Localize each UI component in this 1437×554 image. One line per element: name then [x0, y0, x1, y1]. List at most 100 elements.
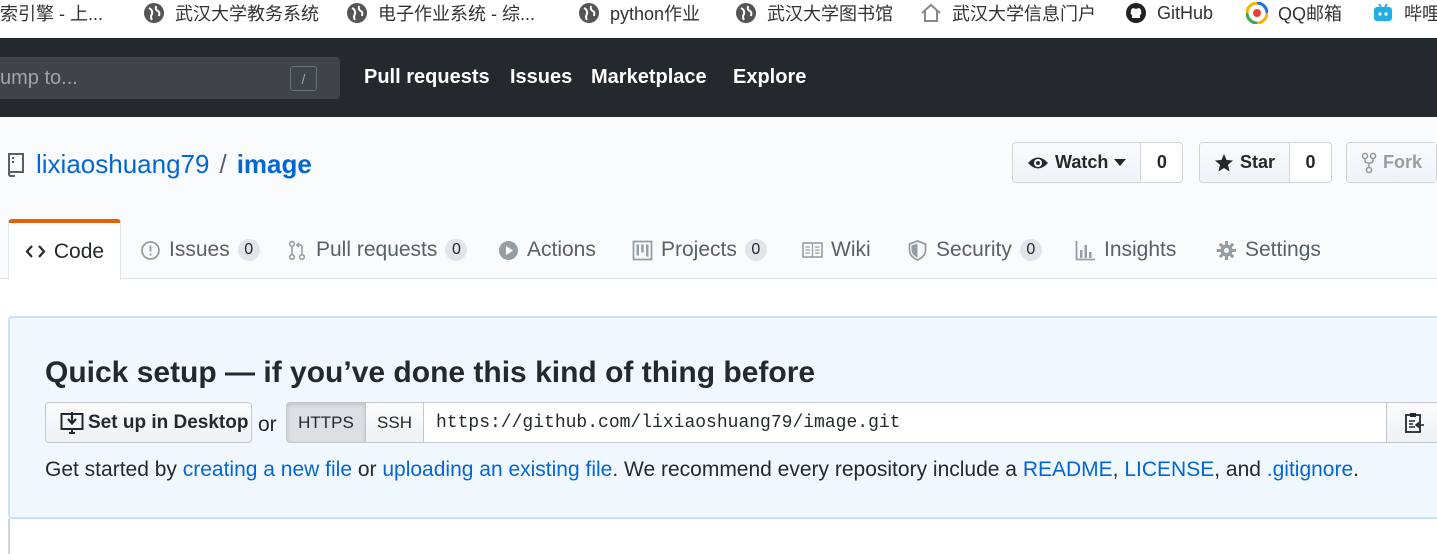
tab-label: Code	[53, 239, 105, 263]
fork-button[interactable]: Fork	[1347, 143, 1437, 182]
repo-separator: /	[219, 149, 227, 179]
github-header: ump to... / Pull requests Issues Marketp…	[0, 38, 1437, 117]
tab-settings[interactable]: Settings	[1216, 221, 1321, 279]
bookmark-item[interactable]: QQ邮箱	[1246, 0, 1342, 26]
repo-owner-link[interactable]: lixiaoshuang79	[36, 149, 209, 180]
repo-title: lixiaoshuang79 / image	[6, 149, 312, 180]
tab-wiki[interactable]: Wiki	[802, 221, 871, 279]
nav-explore[interactable]: Explore	[733, 66, 806, 89]
create-new-file-link[interactable]: creating a new file	[183, 458, 352, 481]
tab-projects[interactable]: Projects 0	[632, 221, 767, 279]
or-text: or	[258, 413, 277, 436]
nav-pull-requests[interactable]: Pull requests	[364, 66, 490, 89]
tab-label: Pull requests	[316, 238, 438, 261]
bookmark-label: 武汉大学信息门户	[952, 4, 1096, 24]
tab-security[interactable]: Security 0	[907, 221, 1042, 279]
star-count[interactable]: 0	[1290, 143, 1331, 182]
search-shortcut-badge: /	[290, 66, 317, 91]
nav-issues[interactable]: Issues	[510, 66, 572, 89]
code-icon	[25, 245, 46, 258]
qq-mail-icon	[1246, 2, 1268, 24]
help-text-part: .	[1353, 458, 1359, 481]
tab-label: Security	[936, 238, 1012, 261]
tab-label: Projects	[661, 238, 737, 261]
star-button[interactable]: Star	[1200, 143, 1291, 182]
bookmark-item[interactable]: 武汉大学图书馆	[735, 0, 893, 26]
home-icon	[920, 2, 942, 24]
tab-label: Settings	[1245, 238, 1321, 261]
copy-clipboard-button[interactable]	[1386, 402, 1437, 443]
pull-requests-counter: 0	[445, 239, 468, 261]
repo-icon	[8, 152, 24, 177]
book-icon	[802, 241, 823, 258]
bookmark-item[interactable]: 武汉大学信息门户	[920, 0, 1096, 26]
globe-icon	[578, 2, 600, 24]
star-label: Star	[1240, 152, 1276, 172]
panel-divider	[8, 519, 10, 554]
ssh-button[interactable]: SSH	[365, 402, 424, 443]
fork-button-group: Fork	[1346, 142, 1437, 183]
bookmark-label: 武汉大学教务系统	[175, 4, 319, 24]
bookmark-label: python作业	[610, 4, 701, 24]
bookmarks-bar: 索引擎 - 上... 武汉大学教务系统 电子作业系统 - 综... python…	[0, 0, 1437, 38]
tab-issues[interactable]: Issues 0	[140, 221, 260, 279]
bookmark-label: 哔哩	[1404, 4, 1437, 24]
tab-insights[interactable]: Insights	[1075, 221, 1176, 279]
https-button[interactable]: HTTPS	[286, 402, 366, 443]
repo-name-link[interactable]: image	[237, 149, 312, 180]
watch-count[interactable]: 0	[1141, 143, 1182, 182]
fork-icon	[1361, 152, 1377, 173]
bookmark-item[interactable]: GitHub	[1125, 0, 1213, 26]
bookmark-label: QQ邮箱	[1278, 4, 1343, 24]
help-text-part: or	[352, 458, 383, 481]
bookmark-label: 武汉大学图书馆	[767, 4, 893, 24]
issue-icon	[141, 240, 160, 260]
eye-icon	[1028, 157, 1048, 168]
upload-existing-file-link[interactable]: uploading an existing file	[382, 458, 612, 481]
security-counter: 0	[1019, 239, 1042, 261]
globe-icon	[346, 2, 368, 24]
readme-link[interactable]: README	[1023, 458, 1113, 481]
play-icon	[499, 240, 518, 260]
watch-button[interactable]: Watch	[1013, 143, 1142, 182]
projects-counter: 0	[744, 239, 767, 261]
help-text-part: Get started by	[45, 458, 183, 481]
shield-icon	[908, 239, 927, 261]
setup-in-desktop-button[interactable]: Set up in Desktop	[45, 402, 252, 443]
license-link[interactable]: LICENSE	[1124, 458, 1214, 481]
search-input[interactable]: ump to... /	[0, 57, 340, 99]
quick-setup-panel: Quick setup — if you’ve done this kind o…	[8, 316, 1437, 519]
clone-url-input[interactable]: https://github.com/lixiaoshuang79/image.…	[423, 402, 1387, 443]
caret-down-icon	[1114, 158, 1127, 166]
watch-label: Watch	[1055, 152, 1109, 172]
bookmark-label: 电子作业系统 - 综...	[378, 4, 535, 24]
setup-in-desktop-label: Set up in Desktop	[88, 411, 249, 433]
star-button-group: Star 0	[1199, 142, 1333, 183]
tab-pull-requests[interactable]: Pull requests 0	[287, 221, 468, 279]
bookmark-label: 索引擎 - 上...	[0, 4, 103, 24]
globe-icon	[735, 2, 757, 24]
star-icon	[1215, 153, 1233, 171]
github-icon	[1125, 2, 1147, 24]
fork-label: Fork	[1383, 152, 1423, 172]
tab-code[interactable]: Code	[8, 219, 121, 280]
tab-label: Wiki	[831, 238, 871, 261]
help-text-part: . We recommend every repository include …	[612, 458, 1023, 481]
bookmark-item[interactable]: python作业	[578, 0, 700, 26]
search-placeholder: ump to...	[0, 67, 78, 89]
gitignore-link[interactable]: .gitignore	[1267, 458, 1353, 481]
desktop-download-icon	[60, 411, 84, 434]
bookmark-item[interactable]: 武汉大学教务系统	[143, 0, 319, 26]
bilibili-icon	[1372, 2, 1394, 24]
help-text-part: , and	[1214, 458, 1267, 481]
quick-setup-title: Quick setup — if you’ve done this kind o…	[45, 356, 816, 389]
bookmark-item[interactable]: 电子作业系统 - 综...	[346, 0, 535, 26]
tab-actions[interactable]: Actions	[498, 221, 596, 279]
bookmark-item[interactable]: 索引擎 - 上...	[0, 0, 103, 26]
tab-label: Actions	[527, 238, 596, 261]
bookmark-item[interactable]: 哔哩	[1372, 0, 1437, 26]
nav-marketplace[interactable]: Marketplace	[591, 66, 707, 89]
clipboard-icon	[1405, 412, 1424, 433]
pull-request-icon	[288, 240, 306, 260]
watch-button-group: Watch 0	[1012, 142, 1184, 183]
